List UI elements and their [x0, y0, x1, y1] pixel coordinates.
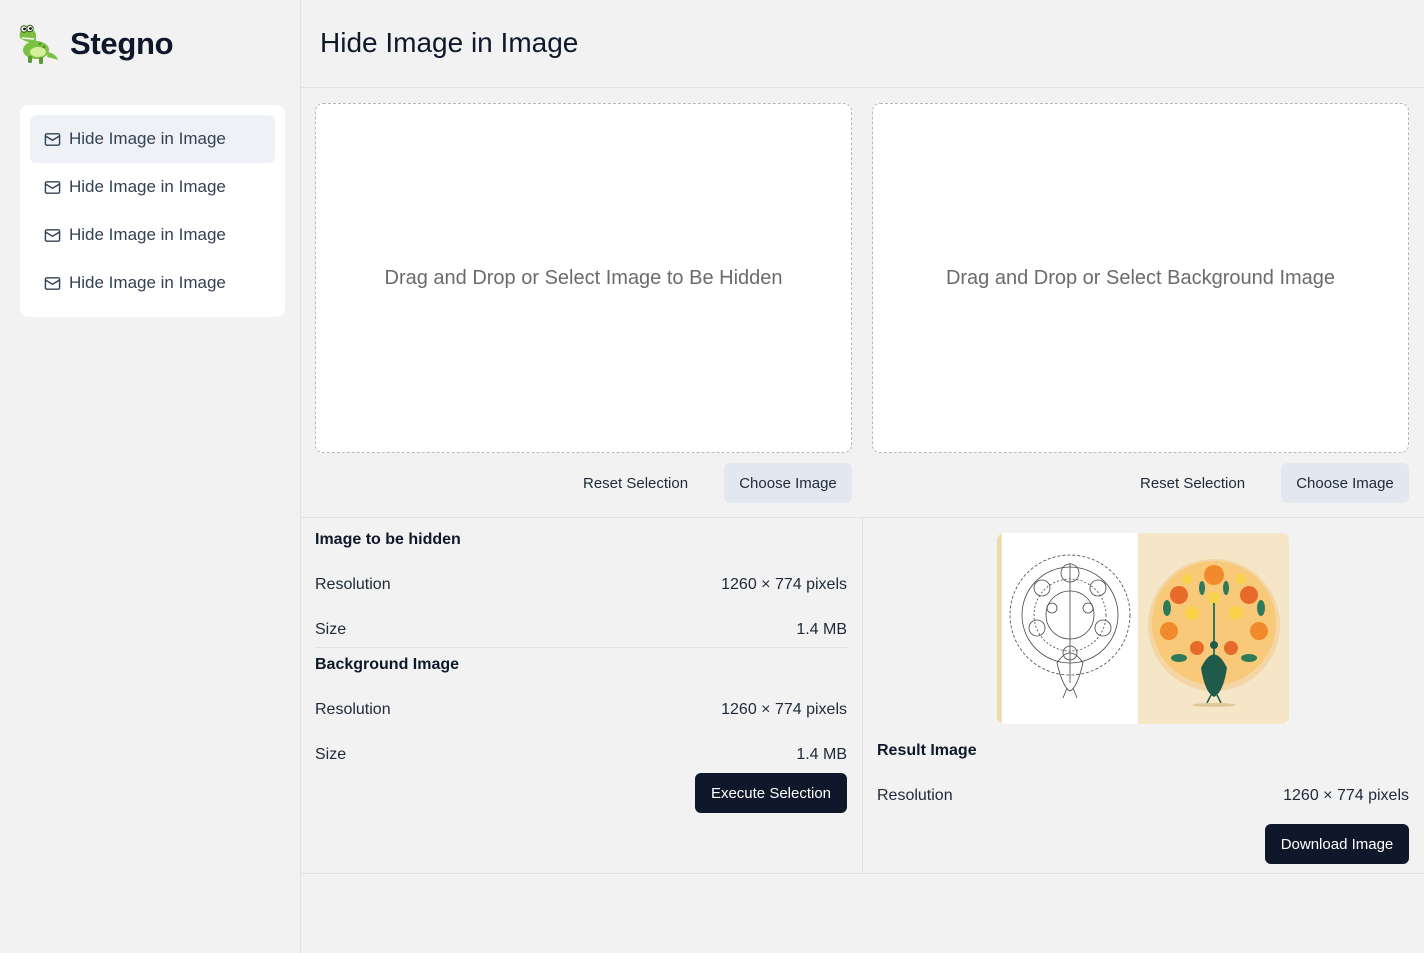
resolution-value: 1260 × 774 pixels: [721, 576, 847, 593]
mail-icon: [44, 228, 61, 242]
background-dropzone-text: Drag and Drop or Select Background Image: [945, 266, 1336, 289]
peacock-artwork-image: [997, 533, 1289, 724]
mail-icon: [44, 132, 61, 146]
result-image-preview: [997, 533, 1289, 724]
size-label: Size: [315, 621, 347, 638]
background-info-heading: Background Image: [315, 656, 460, 673]
mail-icon: [44, 276, 61, 290]
crocodile-mascot-icon: [19, 24, 58, 64]
brand[interactable]: Stegno: [12, 20, 174, 68]
sidebar-item-label: Hide Image in Image: [69, 273, 226, 292]
sidebar-item-hide-image-2[interactable]: Hide Image in Image: [30, 163, 275, 211]
choose-hidden-image-button[interactable]: Choose Image: [724, 463, 852, 503]
reset-background-button[interactable]: Reset Selection: [1122, 463, 1263, 503]
sidebar-item-hide-image-1[interactable]: Hide Image in Image: [30, 115, 275, 163]
brand-name: Stegno: [70, 26, 174, 61]
hidden-image-dropzone[interactable]: Drag and Drop or Select Image to Be Hidd…: [315, 103, 852, 453]
sidebar-item-label: Hide Image in Image: [69, 129, 226, 148]
sidebar-item-label: Hide Image in Image: [69, 225, 226, 244]
choose-background-image-button[interactable]: Choose Image: [1281, 463, 1409, 503]
result-image-info: Result Image Resolution 1260 × 774 pixel…: [877, 742, 1409, 805]
sidebar-nav: Hide Image in Image Hide Image in Image …: [20, 105, 285, 317]
resolution-label: Resolution: [315, 701, 391, 718]
sidebar-item-hide-image-4[interactable]: Hide Image in Image: [30, 259, 275, 307]
bottom-divider: [301, 873, 1424, 874]
result-info-heading: Result Image: [877, 742, 977, 759]
resolution-label: Resolution: [315, 576, 391, 593]
background-size-row: Size 1.4 MB: [315, 746, 847, 764]
size-value: 1.4 MB: [796, 746, 847, 763]
size-label: Size: [315, 746, 347, 763]
sidebar-item-label: Hide Image in Image: [69, 177, 226, 196]
hidden-dropzone-text: Drag and Drop or Select Image to Be Hidd…: [384, 266, 783, 289]
download-image-button[interactable]: Download Image: [1265, 824, 1409, 864]
result-resolution-row: Resolution 1260 × 774 pixels: [877, 787, 1409, 805]
sidebar: Stegno Hide Image in Image Hide Image in…: [0, 0, 301, 953]
sidebar-item-hide-image-3[interactable]: Hide Image in Image: [30, 211, 275, 259]
hidden-image-info: Image to be hidden Resolution 1260 × 774…: [315, 531, 847, 648]
background-image-info: Background Image Resolution 1260 × 774 p…: [315, 656, 847, 764]
resolution-label: Resolution: [877, 787, 953, 804]
background-resolution-row: Resolution 1260 × 774 pixels: [315, 701, 847, 719]
column-divider: [862, 518, 863, 873]
resolution-value: 1260 × 774 pixels: [721, 701, 847, 718]
reset-hidden-button[interactable]: Reset Selection: [565, 463, 706, 503]
app-root: Stegno Hide Image in Image Hide Image in…: [0, 0, 1424, 953]
hidden-size-row: Size 1.4 MB: [315, 621, 847, 639]
execute-selection-button[interactable]: Execute Selection: [695, 773, 847, 813]
hidden-info-heading: Image to be hidden: [315, 531, 461, 548]
page-title: Hide Image in Image: [320, 27, 579, 58]
info-divider: [315, 647, 847, 648]
background-image-dropzone[interactable]: Drag and Drop or Select Background Image: [872, 103, 1409, 453]
resolution-value: 1260 × 774 pixels: [1283, 787, 1409, 804]
mail-icon: [44, 180, 61, 194]
header-divider: [301, 87, 1424, 88]
size-value: 1.4 MB: [796, 621, 847, 638]
hidden-resolution-row: Resolution 1260 × 774 pixels: [315, 576, 847, 594]
main-content: Hide Image in Image Drag and Drop or Sel…: [301, 0, 1424, 953]
